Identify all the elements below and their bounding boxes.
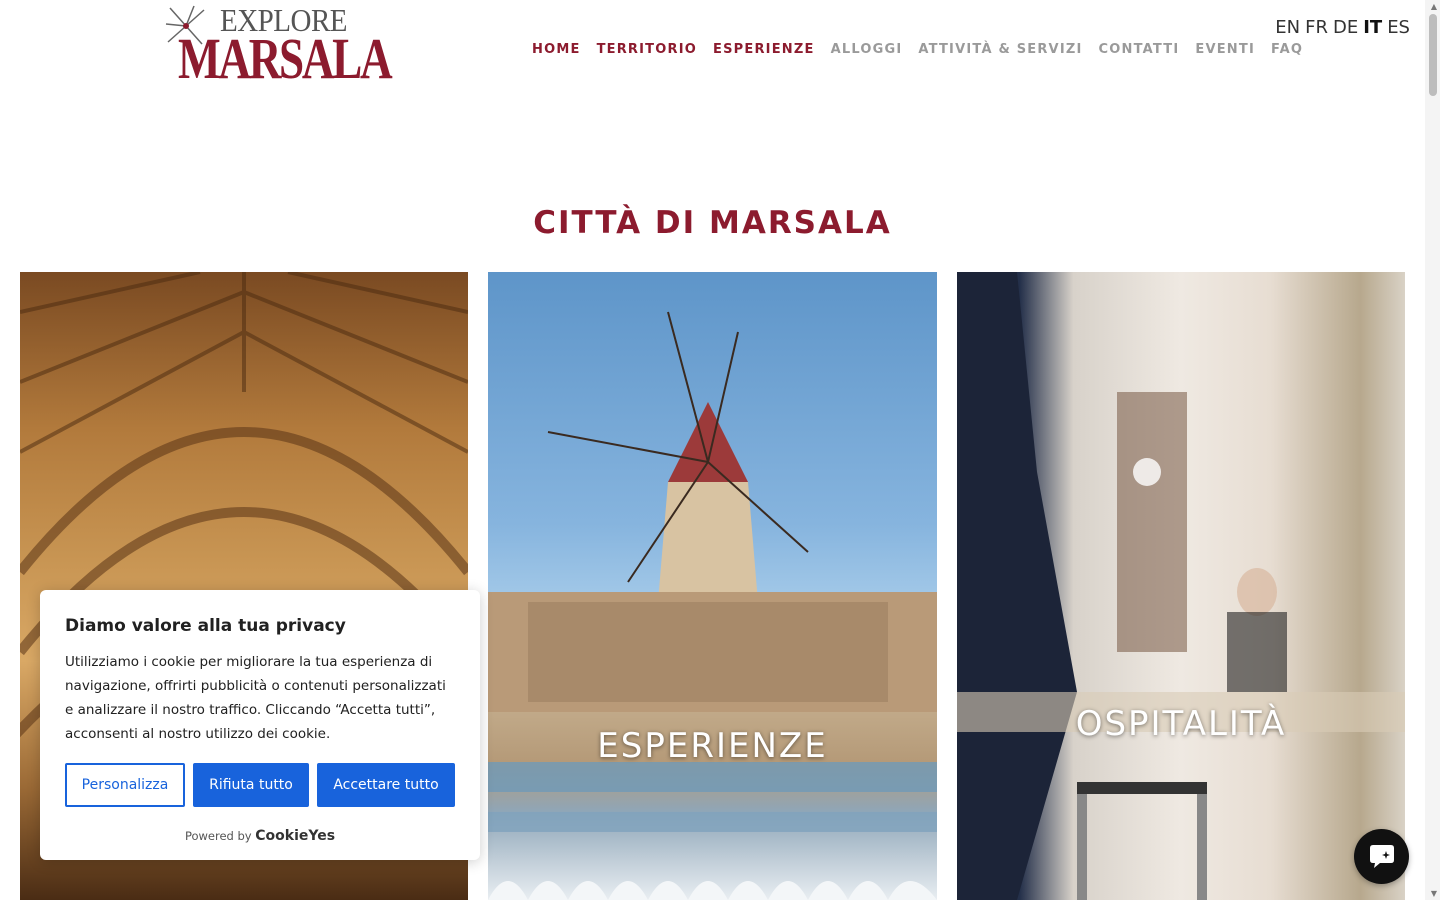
card-ospitalita[interactable]: OSPITALITÀ: [957, 272, 1405, 900]
accept-all-button[interactable]: Accettare tutto: [317, 763, 455, 807]
page-scrollbar[interactable]: ▲ ▼: [1425, 0, 1440, 900]
nav-eventi[interactable]: EVENTI: [1195, 42, 1255, 57]
chat-icon: [1369, 844, 1394, 868]
card-label-esperienze: ESPERIENZE: [597, 726, 828, 766]
customize-button[interactable]: Personalizza: [65, 763, 185, 807]
language-switcher: EN FR DE IT ES: [1275, 17, 1410, 38]
cookie-title: Diamo valore alla tua privacy: [65, 616, 346, 636]
nav-attivita-servizi[interactable]: ATTIVITÀ & SERVIZI: [918, 42, 1082, 57]
cookie-buttons: Personalizza Rifiuta tutto Accettare tut…: [65, 763, 455, 807]
site-logo[interactable]: EXPLORE MARSALA: [164, 4, 393, 98]
lang-fr[interactable]: FR: [1305, 17, 1328, 38]
card-label-ospitalita: OSPITALITÀ: [1075, 704, 1287, 744]
reject-all-button[interactable]: Rifiuta tutto: [193, 763, 309, 807]
lang-en[interactable]: EN: [1275, 17, 1300, 38]
powered-by-label: Powered by: [184, 829, 252, 843]
scroll-thumb[interactable]: [1429, 14, 1437, 96]
powered-by: Powered by CookieYes: [40, 828, 480, 844]
nav-contatti[interactable]: CONTATTI: [1099, 42, 1180, 57]
nav-home[interactable]: HOME: [532, 42, 581, 57]
nav-alloggi[interactable]: ALLOGGI: [831, 42, 903, 57]
nav-territorio[interactable]: TERRITORIO: [597, 42, 697, 57]
nav-esperienze[interactable]: ESPERIENZE: [713, 42, 815, 57]
logo-main-text: MARSALA: [178, 26, 393, 91]
main-nav: HOME TERRITORIO ESPERIENZE ALLOGGI ATTIV…: [532, 42, 1303, 57]
scroll-down-arrow-icon[interactable]: ▼: [1431, 889, 1437, 898]
cookieyes-logo[interactable]: CookieYes: [255, 828, 335, 844]
lang-de[interactable]: DE: [1333, 17, 1358, 38]
scroll-up-arrow-icon[interactable]: ▲: [1431, 2, 1437, 11]
lang-it[interactable]: IT: [1363, 17, 1382, 38]
cookie-text: Utilizziamo i cookie per migliorare la t…: [65, 654, 446, 742]
lang-es[interactable]: ES: [1387, 17, 1410, 38]
cookie-consent-banner: Diamo valore alla tua privacy Utilizziam…: [40, 590, 480, 860]
windmill-saltpans-image: [488, 311, 937, 900]
nav-faq[interactable]: FAQ: [1271, 42, 1303, 57]
page-title: CITTÀ DI MARSALA: [533, 205, 892, 241]
hotel-reception-image: [957, 272, 1405, 900]
chat-button[interactable]: [1354, 829, 1409, 884]
card-esperienze[interactable]: ESPERIENZE: [488, 272, 937, 900]
